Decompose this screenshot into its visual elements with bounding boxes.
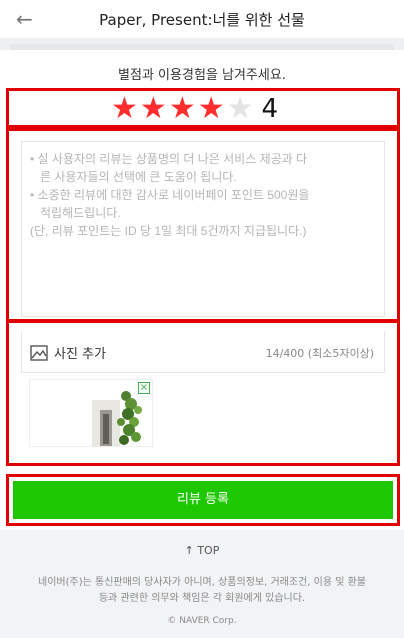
- review-prompt: 별점과 이용경험을 남겨주세요.: [118, 68, 286, 83]
- photo-toolbar: 사진 추가 14/400 (최소5자이상): [21, 331, 385, 373]
- placeholder-line: (단, 리뷰 포인트는 ID 당 1일 최대 5건까지 지급됩니다.): [30, 224, 307, 238]
- remove-photo-icon[interactable]: ×: [138, 382, 150, 394]
- star-2-icon[interactable]: ★: [140, 94, 167, 124]
- star-3-icon[interactable]: ★: [169, 94, 196, 124]
- header-divider: [0, 38, 404, 50]
- page-title: Paper, Present:너를 위한 선물: [99, 11, 305, 29]
- add-photo-button[interactable]: 사진 추가: [30, 343, 106, 362]
- footer: ↑ TOP 네이버(주)는 통신판매의 당사자가 아니며, 상품의정보, 거래조…: [0, 530, 404, 638]
- review-text-section: • 실 사용자의 리뷰는 상품명의 더 나은 서비스 제공과 다 른 사용자들의…: [6, 128, 400, 322]
- add-photo-label: 사진 추가: [54, 347, 106, 362]
- star-4-icon[interactable]: ★: [198, 94, 225, 124]
- placeholder-line: • 소중한 리뷰에 대한 감사로 네이버페이 포인트 500원을: [30, 188, 310, 202]
- star-rating[interactable]: ★ ★ ★ ★ ★ 4: [111, 94, 279, 125]
- rating-value: 4: [261, 94, 279, 124]
- photo-section: 사진 추가 14/400 (최소5자이상) ×: [6, 320, 400, 466]
- legal-disclaimer: 네이버(주)는 통신판매의 당사자가 아니며, 상품의정보, 거래조건, 이용 …: [10, 575, 394, 607]
- copyright: © NAVER Corp.: [167, 616, 237, 626]
- placeholder-line: 적립해드립니다.: [40, 206, 121, 220]
- disclaimer-line: 네이버(주)는 통신판매의 당사자가 아니며, 상품의정보, 거래조건, 이용 …: [38, 577, 366, 588]
- rating-section: ★ ★ ★ ★ ★ 4: [6, 88, 400, 128]
- star-1-icon[interactable]: ★: [111, 94, 138, 124]
- placeholder-line: 른 사용자들의 선택에 큰 도움이 됩니다.: [40, 170, 237, 184]
- back-to-top-link[interactable]: ↑ TOP: [0, 544, 404, 557]
- star-5-icon[interactable]: ★: [227, 94, 254, 124]
- image-icon: [30, 344, 48, 361]
- photo-thumbnail[interactable]: ×: [29, 379, 153, 447]
- review-textarea[interactable]: • 실 사용자의 리뷰는 상품명의 더 나은 서비스 제공과 다 른 사용자들의…: [21, 141, 385, 317]
- submit-section: 리뷰 등록: [6, 474, 400, 526]
- submit-review-button[interactable]: 리뷰 등록: [13, 481, 393, 519]
- placeholder-line: • 실 사용자의 리뷰는 상품명의 더 나은 서비스 제공과 다: [30, 152, 308, 166]
- header-bar: ← Paper, Present:너를 위한 선물: [0, 0, 404, 38]
- disclaimer-line: 등과 관련한 의무와 책임은 각 회원에게 있습니다.: [98, 593, 306, 604]
- character-count: 14/400 (최소5자이상): [265, 347, 374, 360]
- plant-photo: [30, 380, 152, 446]
